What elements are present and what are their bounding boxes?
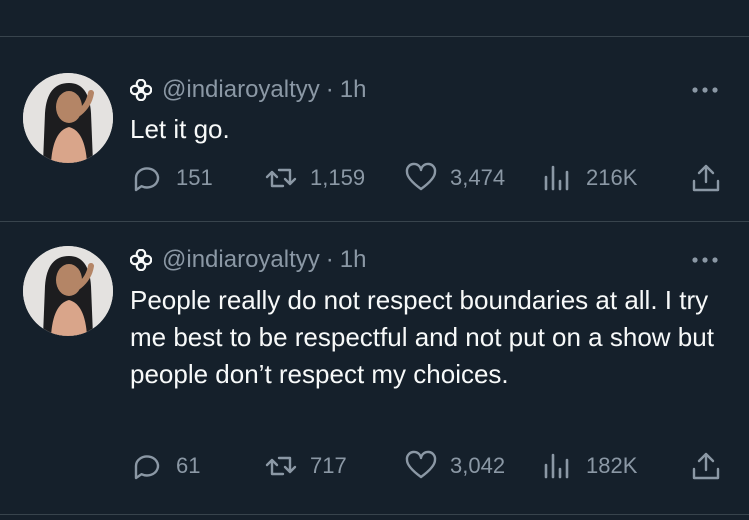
retweet-count: 1,159 <box>310 165 366 190</box>
author-handle[interactable]: @indiaroyaltyy <box>162 76 320 104</box>
retweet-count: 717 <box>310 453 347 478</box>
tweet-header: @indiaroyaltyy · 1h <box>130 246 366 274</box>
retweet-icon <box>264 161 298 195</box>
views-count: 216K <box>586 165 638 190</box>
tweet-actions: 61 717 3,042 182K <box>130 449 725 483</box>
tweet-header: @indiaroyaltyy · 1h <box>130 76 366 104</box>
share-button[interactable] <box>689 449 723 483</box>
avatar[interactable] <box>23 246 113 336</box>
tweet-timestamp[interactable]: 1h <box>340 76 367 104</box>
reply-count: 61 <box>176 453 201 478</box>
share-icon <box>689 449 723 483</box>
reply-button[interactable]: 61 <box>130 449 200 483</box>
heart-icon <box>404 449 438 483</box>
views-icon <box>540 449 574 483</box>
tweet-timestamp[interactable]: 1h <box>340 246 367 274</box>
like-button[interactable]: 3,042 <box>404 449 505 483</box>
reply-button[interactable]: 151 <box>130 161 213 195</box>
reply-count: 151 <box>176 165 213 190</box>
tweet-text: Let it go. <box>130 114 230 144</box>
views-button[interactable]: 182K <box>540 449 637 483</box>
retweet-button[interactable]: 1,159 <box>264 161 365 195</box>
reply-icon <box>130 449 164 483</box>
tweet[interactable]: @indiaroyaltyy · 1h People really do not… <box>0 222 749 512</box>
share-button[interactable] <box>689 161 723 195</box>
flower-icon <box>130 79 152 101</box>
header-separator: · <box>325 246 334 273</box>
heart-icon <box>404 161 438 195</box>
more-icon[interactable] <box>691 85 719 95</box>
header-separator: · <box>325 76 334 103</box>
tweet-text: People really do not respect boundaries … <box>130 285 714 389</box>
reply-icon <box>130 161 164 195</box>
retweet-icon <box>264 449 298 483</box>
bottom-divider <box>0 514 749 515</box>
tweet[interactable]: @indiaroyaltyy · 1h Let it go. 151 1,159… <box>0 37 749 221</box>
tweet-actions: 151 1,159 3,474 216K <box>130 161 725 195</box>
like-button[interactable]: 3,474 <box>404 161 505 195</box>
flower-icon <box>130 249 152 271</box>
views-icon <box>540 161 574 195</box>
avatar[interactable] <box>23 73 113 163</box>
like-count: 3,474 <box>450 165 506 190</box>
author-handle[interactable]: @indiaroyaltyy <box>162 246 320 274</box>
share-icon <box>689 161 723 195</box>
like-count: 3,042 <box>450 453 506 478</box>
more-icon[interactable] <box>691 255 719 265</box>
views-button[interactable]: 216K <box>540 161 637 195</box>
views-count: 182K <box>586 453 638 478</box>
retweet-button[interactable]: 717 <box>264 449 347 483</box>
